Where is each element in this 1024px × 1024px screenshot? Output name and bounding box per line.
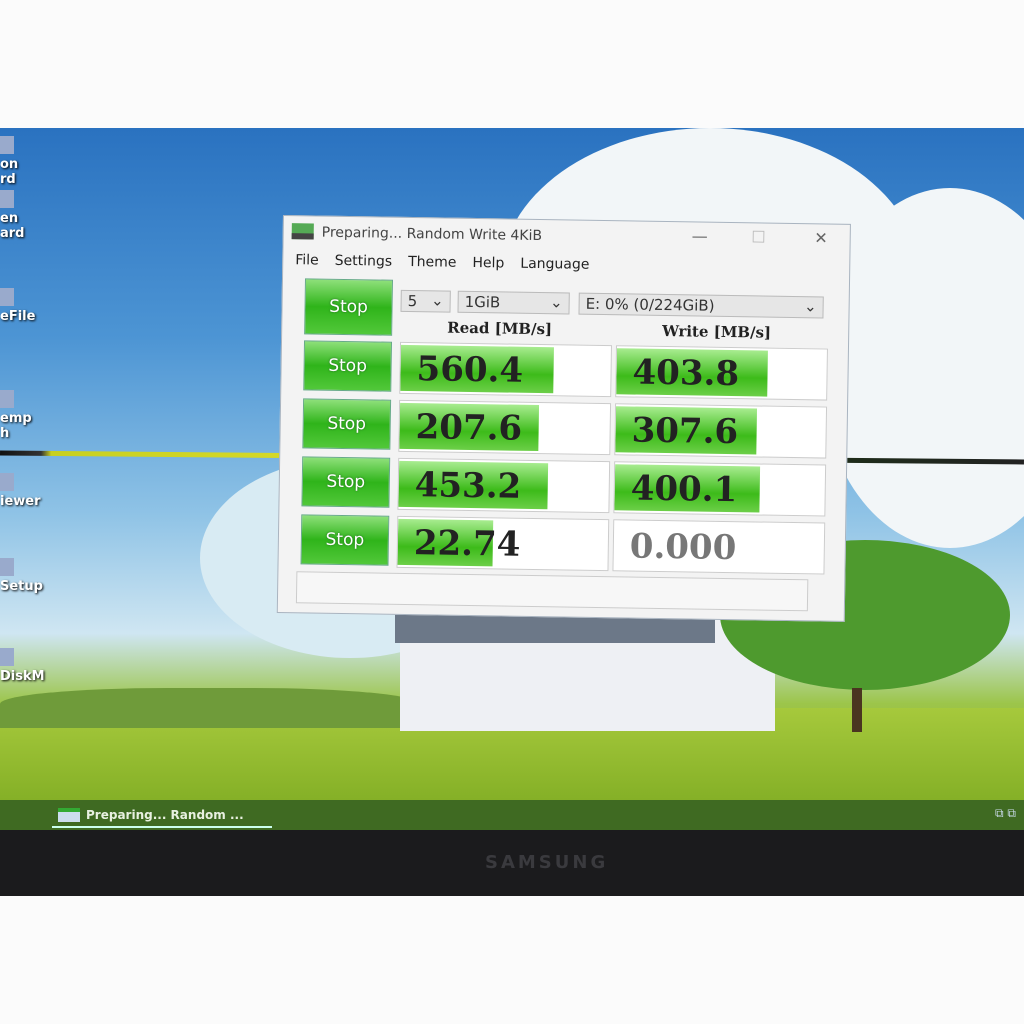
- tree-trunk: [852, 688, 862, 732]
- chevron-down-icon: ⌄: [549, 293, 563, 312]
- monitor-bezel: SAMSUNG: [0, 830, 1024, 896]
- write-value: 400.1: [630, 468, 738, 511]
- read-value: 560.4: [416, 349, 524, 391]
- desktop-icon[interactable]: eFile: [0, 288, 35, 324]
- desktop-icon[interactable]: iewer: [0, 473, 41, 509]
- read-result: 453.2: [397, 457, 611, 514]
- write-result: 400.1: [613, 461, 827, 517]
- desktop-icon[interactable]: on rd: [0, 136, 18, 187]
- shortcut-icon: [0, 288, 14, 306]
- write-value: 0.000: [629, 526, 737, 569]
- write-result: 0.000: [612, 519, 826, 575]
- desktop-icon-label: iewer: [0, 494, 41, 509]
- read-result: 207.6: [398, 399, 612, 456]
- write-value: 403.8: [632, 352, 740, 395]
- shortcut-icon: [0, 190, 14, 208]
- shortcut-icon: [0, 136, 14, 154]
- read-result: 560.4: [399, 341, 612, 398]
- stop-test-button[interactable]: Stop: [303, 340, 393, 392]
- crystaldiskmark-window: Preparing... Random Write 4KiB — ☐ ✕ Fil…: [276, 215, 851, 622]
- menu-theme[interactable]: Theme: [408, 254, 457, 271]
- write-result: 403.8: [615, 345, 828, 401]
- window-title: Preparing... Random Write 4KiB: [321, 224, 543, 245]
- shortcut-icon: [0, 648, 14, 666]
- minimize-button[interactable]: —: [692, 226, 708, 245]
- write-result: 307.6: [614, 403, 828, 459]
- write-progress-bar: [613, 522, 615, 569]
- menu-language[interactable]: Language: [520, 256, 589, 273]
- network-icon[interactable]: ⧉ ⧉: [995, 806, 1016, 821]
- count-select[interactable]: 5 ⌄: [400, 289, 451, 313]
- desktop-icon-label: DiskM: [0, 669, 45, 684]
- treeline: [0, 688, 420, 728]
- task-label: Preparing... Random ...: [86, 808, 244, 822]
- chevron-down-icon: ⌄: [803, 297, 817, 316]
- app-icon: [291, 223, 314, 240]
- desktop-icon-label: Setup: [0, 579, 43, 594]
- desktop-icon-label: en ard: [0, 211, 25, 241]
- desktop-icon[interactable]: en ard: [0, 190, 25, 241]
- shortcut-icon: [0, 558, 14, 576]
- desktop-icon[interactable]: emp h: [0, 390, 32, 441]
- write-value: 307.6: [631, 410, 739, 453]
- status-bar: [295, 571, 809, 612]
- shortcut-icon: [0, 473, 14, 491]
- taskbar: Preparing... Random ... ⧉ ⧉: [0, 800, 1024, 830]
- read-value: 207.6: [415, 407, 523, 449]
- stop-test-button[interactable]: Stop: [302, 398, 392, 450]
- desktop-icon-label: eFile: [0, 309, 36, 324]
- stop-test-button[interactable]: Stop: [300, 514, 390, 566]
- read-header: Read [MB/s]: [447, 318, 553, 339]
- stop-all-button[interactable]: Stop: [304, 278, 393, 336]
- drive-select[interactable]: E: 0% (0/224GiB) ⌄: [578, 292, 824, 319]
- maximize-button[interactable]: ☐: [751, 227, 766, 246]
- menu-help[interactable]: Help: [472, 255, 504, 271]
- size-select[interactable]: 1GiB ⌄: [457, 290, 570, 315]
- chevron-down-icon: ⌄: [430, 291, 444, 310]
- taskbar-task-crystaldiskmark[interactable]: Preparing... Random ...: [52, 802, 272, 828]
- shortcut-icon: [0, 390, 14, 408]
- desktop-icon[interactable]: DiskM: [0, 648, 45, 684]
- stop-test-button[interactable]: Stop: [301, 456, 391, 508]
- monitor-brand-logo: SAMSUNG: [485, 852, 609, 873]
- read-value: 453.2: [414, 465, 522, 507]
- desktop-icon[interactable]: Setup: [0, 558, 43, 594]
- read-value: 22.74: [413, 523, 521, 565]
- menu-file[interactable]: File: [295, 252, 319, 268]
- menu-settings[interactable]: Settings: [335, 253, 393, 270]
- write-header: Write [MB/s]: [662, 321, 772, 342]
- app-icon: [58, 808, 80, 822]
- desktop-icon-label: on rd: [0, 157, 19, 187]
- close-button[interactable]: ✕: [814, 228, 828, 247]
- read-result: 22.74: [396, 515, 610, 572]
- desktop-icon-label: emp h: [0, 411, 32, 441]
